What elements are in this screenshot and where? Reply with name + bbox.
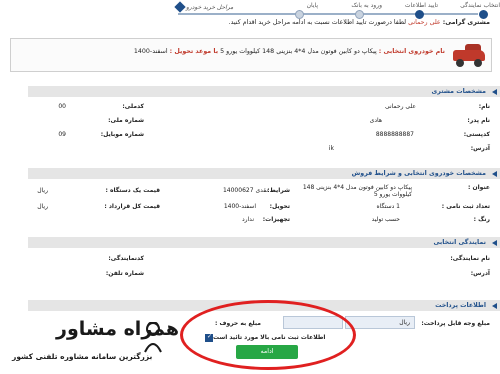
terms-label: شرایط: — [267, 187, 290, 194]
collapse-arrow-icon — [492, 171, 497, 177]
color-value: حسب تولید — [371, 216, 400, 223]
mobile-value: 09 — [58, 131, 66, 138]
progress-line — [178, 13, 478, 15]
address-label: آدرس: — [470, 145, 490, 152]
step-confirm-info: تایید اطلاعات — [404, 2, 438, 9]
color-label: رنگ : — [473, 216, 490, 223]
delivery-field-label: تحویل: — [269, 203, 290, 210]
section-dealer-title: نمایندگی انتخابی — [433, 239, 486, 246]
section-customer-header[interactable]: مشخصات مشتری — [28, 86, 500, 97]
terms-value: نقدی 14000627 — [222, 187, 268, 194]
highlight-oval — [180, 300, 356, 370]
product-info: نام خودروی انتخابی : پیکاپ دو کابین فوتو… — [134, 48, 445, 55]
delivery-field-value: اسفند-1400 — [223, 203, 256, 210]
intro-text: لطفا درصورت تایید اطلاعات نسبت به ادامه … — [228, 19, 407, 26]
mobile-label: شماره موبایل: — [100, 131, 144, 138]
section-car-title: مشخصات خودروی انتخابی و شرایط فروش — [351, 170, 486, 177]
greeting: مشتری گرامی: — [442, 19, 490, 26]
total-price-currency: ریال — [37, 203, 48, 210]
dealer-address-label: آدرس: — [470, 270, 490, 277]
father-name-label: نام پدر: — [467, 117, 490, 124]
name-value: علی رحمانی — [384, 103, 416, 110]
national-code-value: 00 — [58, 103, 66, 110]
brand-name: همراه مشاور — [56, 318, 180, 340]
amount-label: مبلغ وجه قابل پرداخت: — [421, 320, 490, 327]
dealer-phone-label: شماره تلفن: — [105, 270, 144, 277]
product-name: پیکاپ دو کابین فوتون مدل 4*4 بنزینی 148 … — [220, 48, 377, 55]
step-select-dealer: انتخاب نمایندگی — [460, 2, 500, 9]
section-dealer-header[interactable]: نمایندگی انتخابی — [28, 237, 500, 248]
dealer-name-label: نام نمایندگی: — [450, 255, 490, 262]
section-car-header[interactable]: مشخصات خودروی انتخابی و شرایط فروش — [28, 168, 500, 179]
collapse-arrow-icon — [492, 303, 497, 309]
brand-tagline: بزرگترین سامانه مشاوره تلفنی کشور — [12, 352, 153, 361]
amount-currency: ریال — [399, 319, 410, 326]
section-customer-title: مشخصات مشتری — [431, 88, 487, 95]
equipment-label: تجهیزات: — [262, 216, 290, 223]
id-number-label: شماره ملی: — [108, 117, 144, 124]
total-price-label: قیمت کل قرارداد : — [104, 203, 160, 210]
step-enter-bank: ورود به بانک — [351, 2, 382, 9]
postal-code-label: کدپستی: — [463, 131, 490, 138]
count-value: 1 دستگاه — [376, 203, 400, 210]
count-label: تعداد ثبت نامی : — [441, 203, 490, 210]
postal-code-value: 8888888887 — [375, 131, 414, 138]
car-title-label: عنوان : — [468, 184, 490, 191]
equipment-value: ندارد — [241, 216, 254, 223]
collapse-arrow-icon — [492, 89, 497, 95]
intro-message: مشتری گرامی: علی رحمانی لطفا درصورت تایی… — [70, 18, 490, 27]
dealer-code-label: کدنمایندگی: — [108, 255, 144, 262]
amount-field[interactable]: ریال — [345, 316, 415, 329]
national-code-label: کدملی: — [122, 103, 144, 110]
unit-price-label: قیمت یک دستگاه : — [105, 187, 160, 194]
step-finish: پایان — [306, 2, 318, 9]
address-value: ik — [328, 145, 334, 152]
logo-text: مراحل خرید خودرو — [186, 4, 234, 11]
section-payment-title: اطلاعات پرداخت — [435, 302, 486, 309]
collapse-arrow-icon — [492, 240, 497, 246]
delivery-label: با موعد تحویل : — [169, 48, 219, 55]
father-name-value: هادی — [369, 117, 382, 124]
product-label: نام خودروی انتخابی : — [378, 48, 445, 55]
name-label: نام: — [478, 103, 490, 110]
car-icon — [451, 42, 487, 68]
unit-price-currency: ریال — [37, 187, 48, 194]
delivery-date: اسفند-1400 — [133, 48, 168, 55]
car-title-value: پیکاپ دو کابین فوتون مدل 4*4 بنزینی 148 … — [302, 184, 412, 198]
customer-name: علی رحمانی — [408, 19, 441, 26]
product-banner: نام خودروی انتخابی : پیکاپ دو کابین فوتو… — [10, 38, 492, 72]
